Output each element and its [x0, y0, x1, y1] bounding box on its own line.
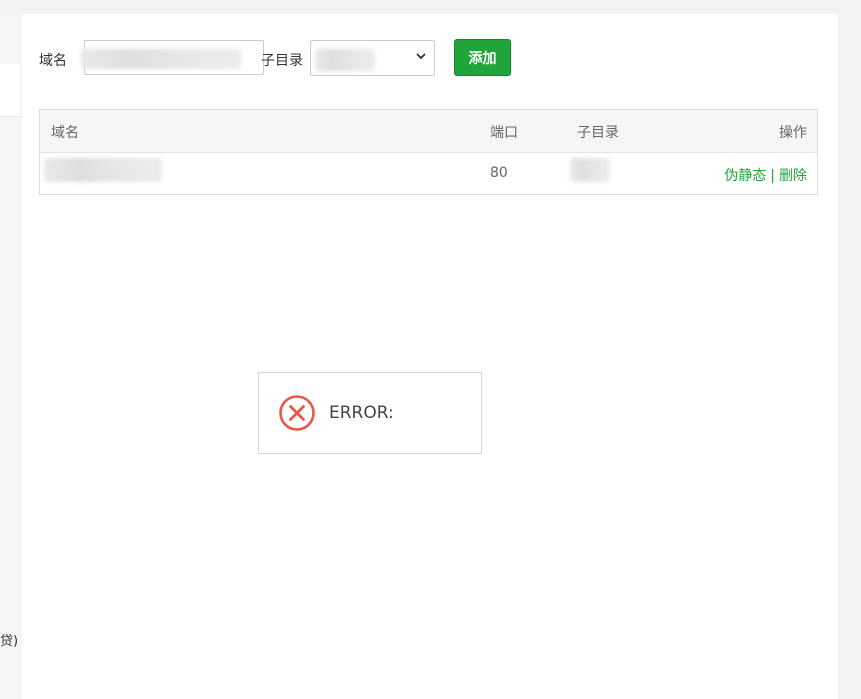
- error-text: ERROR:: [329, 403, 394, 423]
- chevron-down-icon: [416, 53, 426, 60]
- binding-table: 域名 端口 子目录 操作 80 伪静态 | 删除: [39, 109, 818, 195]
- redacted-subdir-cell: [570, 158, 610, 182]
- subdir-select[interactable]: [310, 40, 435, 76]
- background-top-strip: [0, 0, 861, 14]
- rewrite-link[interactable]: 伪静态: [724, 168, 766, 184]
- domain-label: 域名: [39, 53, 67, 69]
- domain-input[interactable]: [81, 40, 264, 75]
- background-right-panel: [838, 14, 861, 699]
- redacted-subdir-value: [315, 49, 375, 71]
- redacted-domain-cell: [44, 158, 162, 182]
- column-header-actions: 操作: [779, 125, 807, 141]
- redacted-domain-value: [81, 49, 241, 69]
- add-button[interactable]: 添加: [454, 39, 511, 76]
- error-message-dialog: ERROR:: [258, 372, 482, 454]
- table-header: [40, 110, 817, 153]
- background-left-text: 贷): [0, 634, 19, 649]
- port-cell: 80: [490, 165, 508, 181]
- subdir-label: 子目录: [261, 53, 303, 69]
- delete-link[interactable]: 删除: [779, 168, 807, 184]
- column-header-domain: 域名: [51, 125, 79, 141]
- column-header-port: 端口: [490, 125, 518, 141]
- subdirectory-binding-modal: 域名 子目录 添加 域名 端口 子目录 操作 80 伪静态 | 删除 ERROR…: [22, 14, 838, 699]
- actions-cell: 伪静态 | 删除: [724, 165, 807, 185]
- column-header-subdir: 子目录: [577, 125, 619, 141]
- background-left-card: [0, 64, 20, 117]
- action-separator: |: [770, 168, 775, 184]
- error-x-circle-icon: [279, 395, 315, 431]
